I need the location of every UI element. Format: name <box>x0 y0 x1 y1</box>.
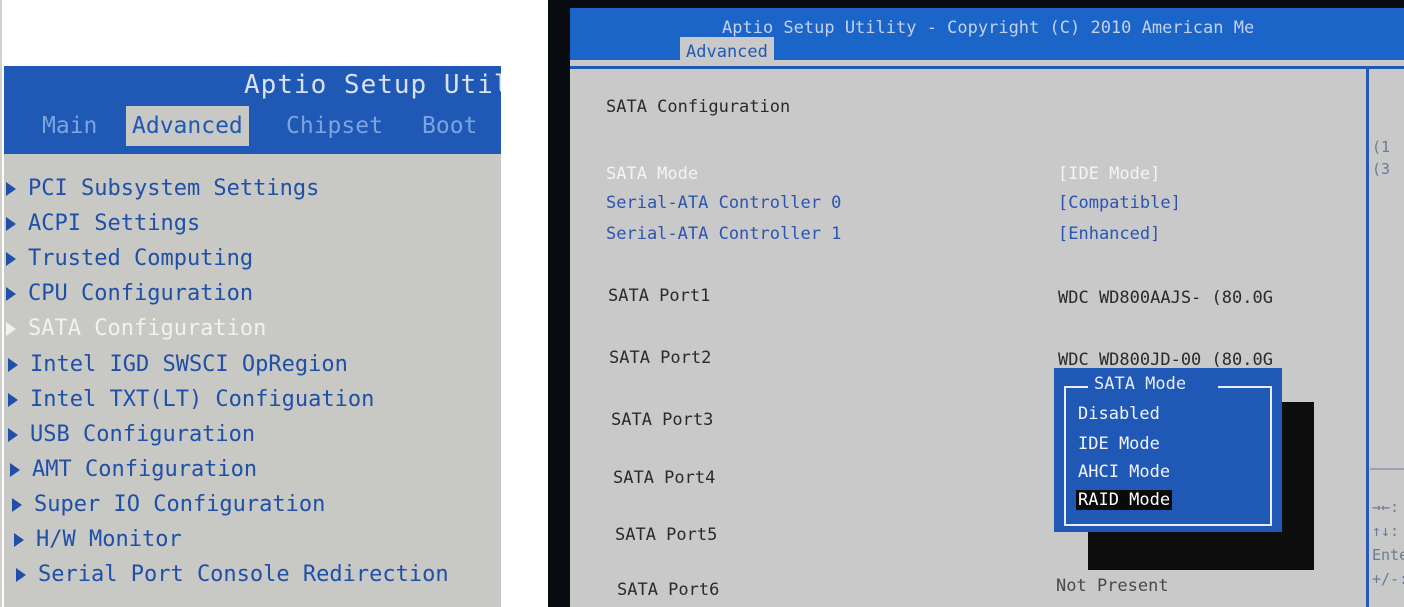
menu-item-sata[interactable]: SATA Configuration <box>6 316 266 348</box>
right-bios-title: Aptio Setup Utility - Copyright (C) 2010… <box>722 18 1255 38</box>
left-bios-title: Aptio Setup Utili <box>244 70 501 100</box>
right-bios-screen: Aptio Setup Utility - Copyright (C) 2010… <box>548 0 1404 607</box>
left-bios-screen: Aptio Setup Utili Main Advanced Chipset … <box>4 66 501 607</box>
tab-chipset[interactable]: Chipset <box>286 106 383 146</box>
help-divider <box>1370 468 1404 470</box>
popup-frame-top-left <box>1064 386 1088 388</box>
submenu-arrow-icon <box>6 287 16 301</box>
port-value-2: WDC WD800JD-00 (80.0G <box>1058 350 1273 370</box>
port-value-6: Not Present <box>1056 576 1169 596</box>
help-text-line-2: (3 <box>1372 160 1391 178</box>
menu-item-cpu[interactable]: CPU Configuration <box>6 281 253 313</box>
menu-item-intel-txt[interactable]: Intel TXT(LT) Configuation <box>8 387 374 419</box>
setting-value-controller-0[interactable]: [Compatible] <box>1058 193 1181 213</box>
menu-item-trusted-computing[interactable]: Trusted Computing <box>6 246 253 278</box>
popup-title: SATA Mode <box>1094 374 1187 394</box>
port-label-6: SATA Port6 <box>617 580 720 600</box>
submenu-arrow-icon <box>16 568 26 582</box>
tab-advanced[interactable]: Advanced <box>126 106 249 146</box>
setting-value-controller-1[interactable]: [Enhanced] <box>1058 224 1160 244</box>
menu-item-intel-igd[interactable]: Intel IGD SWSCI OpRegion <box>8 352 348 384</box>
sata-mode-popup: SATA Mode Disabled IDE Mode AHCI Mode RA… <box>1054 368 1282 532</box>
setting-label-controller-0[interactable]: Serial-ATA Controller 0 <box>606 193 841 213</box>
port-label-4: SATA Port4 <box>613 468 716 488</box>
popup-frame-top-right <box>1218 386 1270 388</box>
setting-label-sata-mode[interactable]: SATA Mode <box>606 164 698 184</box>
tab-main[interactable]: Main <box>42 106 97 146</box>
submenu-arrow-icon <box>10 463 20 477</box>
setting-value-sata-mode[interactable]: [IDE Mode] <box>1058 164 1160 184</box>
popup-option-ide[interactable]: IDE Mode <box>1076 434 1162 454</box>
tab-boot[interactable]: Boot <box>422 106 477 146</box>
help-key-enter: Ente <box>1372 546 1404 564</box>
submenu-arrow-icon <box>12 498 22 512</box>
port-label-1: SATA Port1 <box>608 286 711 306</box>
menu-item-hw-monitor[interactable]: H/W Monitor <box>14 527 182 559</box>
port-label-5: SATA Port5 <box>615 525 718 545</box>
port-value-1: WDC WD800AAJS- (80.0G <box>1058 288 1273 308</box>
section-heading: SATA Configuration <box>606 97 791 117</box>
submenu-arrow-icon <box>6 322 16 336</box>
popup-option-disabled[interactable]: Disabled <box>1076 404 1162 424</box>
menu-item-super-io[interactable]: Super IO Configuration <box>12 492 325 524</box>
help-key-select-screen: →←: <box>1372 498 1400 516</box>
submenu-arrow-icon <box>6 217 16 231</box>
menu-item-acpi[interactable]: ACPI Settings <box>6 211 200 243</box>
right-divider <box>570 66 1404 69</box>
help-text-line-1: (1 <box>1372 138 1391 156</box>
help-key-change: +/-: <box>1372 570 1404 588</box>
menu-item-serial-console[interactable]: Serial Port Console Redirection <box>16 562 449 594</box>
submenu-arrow-icon <box>8 358 18 372</box>
submenu-arrow-icon <box>8 428 18 442</box>
left-tab-bar: Main Advanced Chipset Boot <box>4 106 501 146</box>
left-divider <box>4 152 501 154</box>
menu-item-usb[interactable]: USB Configuration <box>8 422 255 454</box>
popup-option-ahci[interactable]: AHCI Mode <box>1076 462 1172 482</box>
popup-option-raid[interactable]: RAID Mode <box>1076 490 1173 510</box>
submenu-arrow-icon <box>6 182 16 196</box>
menu-item-pci-subsystem[interactable]: PCI Subsystem Settings <box>6 176 319 208</box>
menu-item-amt[interactable]: AMT Configuration <box>10 457 257 489</box>
right-title-bar: Aptio Setup Utility - Copyright (C) 2010… <box>570 8 1404 67</box>
port-label-2: SATA Port2 <box>609 348 712 368</box>
port-label-3: SATA Port3 <box>611 410 714 430</box>
left-title-bar: Aptio Setup Utili Main Advanced Chipset … <box>4 66 501 154</box>
submenu-arrow-icon <box>6 252 16 266</box>
help-column-divider <box>1366 68 1369 607</box>
submenu-arrow-icon <box>14 533 24 547</box>
left-border-line <box>0 0 2 607</box>
help-key-select-item: ↑↓: <box>1372 522 1400 540</box>
submenu-arrow-icon <box>8 393 18 407</box>
setting-label-controller-1[interactable]: Serial-ATA Controller 1 <box>606 224 841 244</box>
